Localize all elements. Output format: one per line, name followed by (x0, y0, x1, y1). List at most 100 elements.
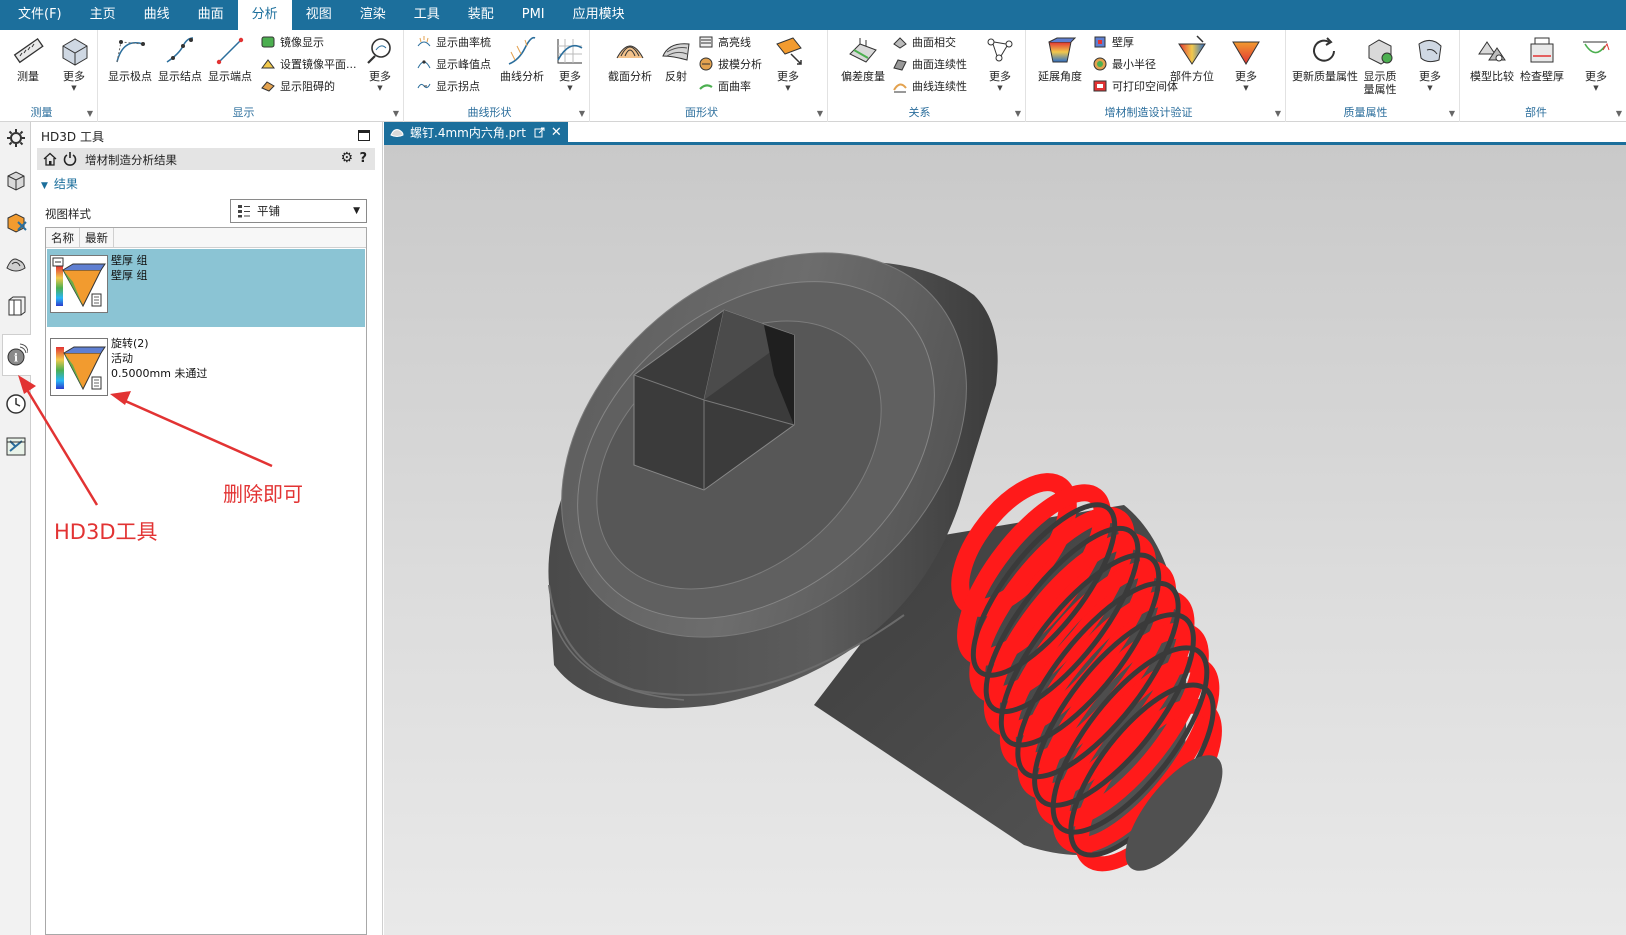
inflection-icon (417, 83, 431, 89)
relation-more-button[interactable]: 更多 ▼ (976, 32, 1024, 98)
process-studio-icon[interactable] (4, 434, 28, 458)
show-mass-button[interactable]: 显示质 量属性 (1356, 32, 1404, 98)
maximize-icon[interactable] (358, 130, 370, 141)
part-navigator-icon[interactable] (4, 252, 28, 276)
menu-file[interactable]: 文件(F) (0, 0, 76, 30)
face-intersect-button[interactable]: 曲面相交 (892, 32, 956, 52)
menu-applications[interactable]: 应用模块 (559, 0, 639, 30)
curve-analysis-button[interactable]: 曲线分析 (496, 32, 548, 98)
group-label-relation: 关系 (908, 106, 931, 119)
curve-more-button[interactable]: 更多 ▼ (546, 32, 594, 98)
measure-more-button[interactable]: 更多 ▼ (50, 32, 98, 98)
menu-tools[interactable]: 工具 (400, 0, 454, 30)
group-expand-icon[interactable]: ▼ (1275, 109, 1281, 118)
min-radius-button[interactable]: 最小半径 (1092, 54, 1156, 74)
gear-icon[interactable]: ⚙ (340, 150, 353, 166)
column-header-name[interactable]: 名称 (46, 228, 80, 248)
menu-render[interactable]: 渲染 (346, 0, 400, 30)
document-tab-bar: 螺钉.4mm内六角.prt ✕ (384, 122, 1626, 145)
close-icon[interactable]: ✕ (551, 125, 562, 140)
show-peak-button[interactable]: 显示峰值点 (416, 54, 491, 74)
group-expand-icon[interactable]: ▼ (1616, 109, 1622, 118)
panel-header: 增材制造分析结果 ⚙ ? (37, 148, 375, 170)
mirror-display-button[interactable]: 镜像显示 (260, 32, 324, 52)
show-inflection-button[interactable]: 显示拐点 (416, 76, 480, 96)
view-style-value: 平铺 (257, 204, 280, 218)
reflection-button[interactable]: 反射 (652, 32, 700, 98)
model-compare-button[interactable]: 模型比较 (1468, 32, 1516, 98)
results-section-toggle[interactable]: ▼ 结果 (41, 175, 78, 192)
result-item-title: 旋转(2) (111, 337, 149, 350)
mass-more-icon (1418, 40, 1442, 63)
update-mass-button[interactable]: 更新质量属性 (1292, 32, 1358, 98)
group-expand-icon[interactable]: ▼ (817, 109, 823, 118)
face-more-button[interactable]: 更多 ▼ (764, 32, 812, 98)
menu-surface[interactable]: 曲面 (184, 0, 238, 30)
power-icon[interactable] (63, 151, 77, 166)
display-more-button[interactable]: 更多 ▼ (356, 32, 404, 98)
result-item-status: 活动 (111, 352, 133, 365)
collapse-triangle-icon: ▼ (41, 181, 48, 191)
highlight-lines-button[interactable]: 高亮线 (698, 32, 751, 52)
result-item-rotation[interactable]: 旋转(2) 活动 0.5000mm 未通过 (47, 332, 365, 404)
result-thumbnail (50, 255, 108, 313)
menu-curve[interactable]: 曲线 (130, 0, 184, 30)
show-comb-button[interactable]: 显示曲率梳 (416, 32, 491, 52)
graphics-window[interactable] (384, 145, 1626, 935)
show-hidden-button[interactable]: 显示阻碍的 (260, 76, 335, 96)
draft-analysis-button[interactable]: 拔模分析 (698, 54, 762, 74)
menu-view[interactable]: 视图 (292, 0, 346, 30)
group-label-curve-shape: 曲线形状 (467, 106, 512, 119)
result-item-text: 壁厚 组 壁厚 组 (111, 253, 148, 283)
check-wall-button[interactable]: 检查壁厚 (1518, 32, 1566, 98)
group-expand-icon[interactable]: ▼ (1015, 109, 1021, 118)
reuse-library-icon[interactable] (4, 294, 28, 318)
refresh-icon (1313, 37, 1335, 62)
group-relation: 偏差度量 曲面相交 曲面连续性 曲线连续性 更多 ▼ 关系 ▼ (828, 30, 1026, 122)
part-more-button[interactable]: 更多 ▼ (1572, 32, 1620, 98)
set-mirror-plane-button[interactable]: 设置镜像平面... (260, 54, 357, 74)
measure-button[interactable]: 测量 (4, 32, 52, 98)
popout-icon[interactable] (534, 127, 545, 138)
group-label-measure: 测量 (30, 106, 53, 119)
curve-continuity-button[interactable]: 曲线连续性 (892, 76, 967, 96)
menu-assembly[interactable]: 装配 (454, 0, 508, 30)
constraint-navigator-icon[interactable] (4, 210, 28, 234)
endpoints-icon (216, 37, 244, 65)
group-expand-icon[interactable]: ▼ (87, 109, 93, 118)
group-expand-icon[interactable]: ▼ (393, 109, 399, 118)
result-item-wall-thickness-group[interactable]: 壁厚 组 壁厚 组 (47, 249, 365, 327)
group-expand-icon[interactable]: ▼ (1449, 109, 1455, 118)
show-knots-button[interactable]: 显示结点 (156, 32, 204, 98)
show-endpoints-button[interactable]: 显示端点 (206, 32, 254, 98)
screw-model (548, 252, 1223, 872)
group-label-display: 显示 (232, 106, 255, 119)
face-continuity-button[interactable]: 曲面连续性 (892, 54, 967, 74)
hd3d-tools-tab[interactable]: i (2, 334, 31, 376)
group-measure: 测量 更多 ▼ 测量 ▼ (0, 30, 98, 122)
part-orientation-button[interactable]: 部件方位 (1168, 32, 1216, 98)
section-analysis-button[interactable]: 截面分析 (604, 32, 656, 98)
face-more-icon (776, 37, 802, 65)
column-header-latest[interactable]: 最新 (80, 228, 114, 248)
mass-more-button[interactable]: 更多 ▼ (1406, 32, 1454, 98)
resource-bar: i (0, 122, 31, 935)
am-more-button[interactable]: 更多 ▼ (1222, 32, 1270, 98)
home-icon[interactable] (43, 152, 57, 166)
printable-void-button[interactable]: 可打印空间体 (1092, 76, 1178, 96)
history-clock-icon[interactable] (4, 392, 28, 416)
show-poles-button[interactable]: 显示极点 (106, 32, 154, 98)
view-style-dropdown[interactable]: 平铺 ▼ (230, 199, 367, 223)
group-expand-icon[interactable]: ▼ (579, 109, 585, 118)
assembly-navigator-icon[interactable] (4, 168, 28, 192)
help-icon[interactable]: ? (359, 151, 367, 166)
deviation-button[interactable]: 偏差度量 (838, 32, 888, 98)
menu-home[interactable]: 主页 (76, 0, 130, 30)
wall-thickness-button[interactable]: 壁厚 (1092, 32, 1134, 52)
settings-icon[interactable] (4, 126, 28, 150)
face-curvature-button[interactable]: 面曲率 (698, 76, 751, 96)
overhang-angle-button[interactable]: 延展角度 (1036, 32, 1084, 98)
menu-analysis[interactable]: 分析 (237, 0, 292, 30)
file-tab[interactable]: 螺钉.4mm内六角.prt ✕ (384, 122, 568, 142)
menu-pmi[interactable]: PMI (508, 0, 559, 30)
